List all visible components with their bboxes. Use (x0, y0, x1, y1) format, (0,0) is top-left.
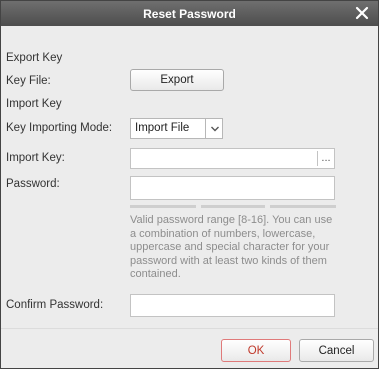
chevron-down-icon (209, 123, 221, 135)
password-input[interactable] (130, 176, 335, 200)
password-hint-text: Valid password range [8-16]. You can use… (130, 214, 333, 280)
password-label: Password: (6, 178, 60, 190)
close-icon[interactable] (354, 5, 370, 21)
dialog-title: Reset Password (143, 7, 236, 21)
password-strength-bar-strong (270, 205, 336, 208)
export-key-heading: Export Key (6, 52, 63, 64)
ok-button[interactable]: OK (221, 339, 291, 362)
cancel-button[interactable]: Cancel (299, 339, 374, 362)
password-strength-bar-weak (130, 205, 196, 208)
import-key-heading: Import Key (6, 98, 62, 110)
import-key-label: Import Key: (6, 152, 65, 164)
confirm-password-input[interactable] (130, 294, 335, 317)
key-importing-mode-value: Import File (135, 122, 190, 134)
password-strength-bar-medium (201, 205, 265, 208)
key-importing-mode-select[interactable]: Import File (130, 118, 223, 139)
import-key-input[interactable] (130, 148, 335, 169)
reset-password-dialog: Reset Password Export Key Key File: Expo… (0, 0, 379, 369)
export-button[interactable]: Export (130, 69, 224, 91)
title-bar[interactable]: Reset Password (1, 1, 378, 26)
select-divider (205, 119, 206, 138)
key-importing-mode-label: Key Importing Mode: (6, 122, 113, 134)
key-file-label: Key File: (6, 75, 51, 87)
footer-divider (1, 328, 378, 329)
browse-button[interactable]: ... (317, 151, 334, 166)
confirm-password-label: Confirm Password: (6, 299, 104, 311)
